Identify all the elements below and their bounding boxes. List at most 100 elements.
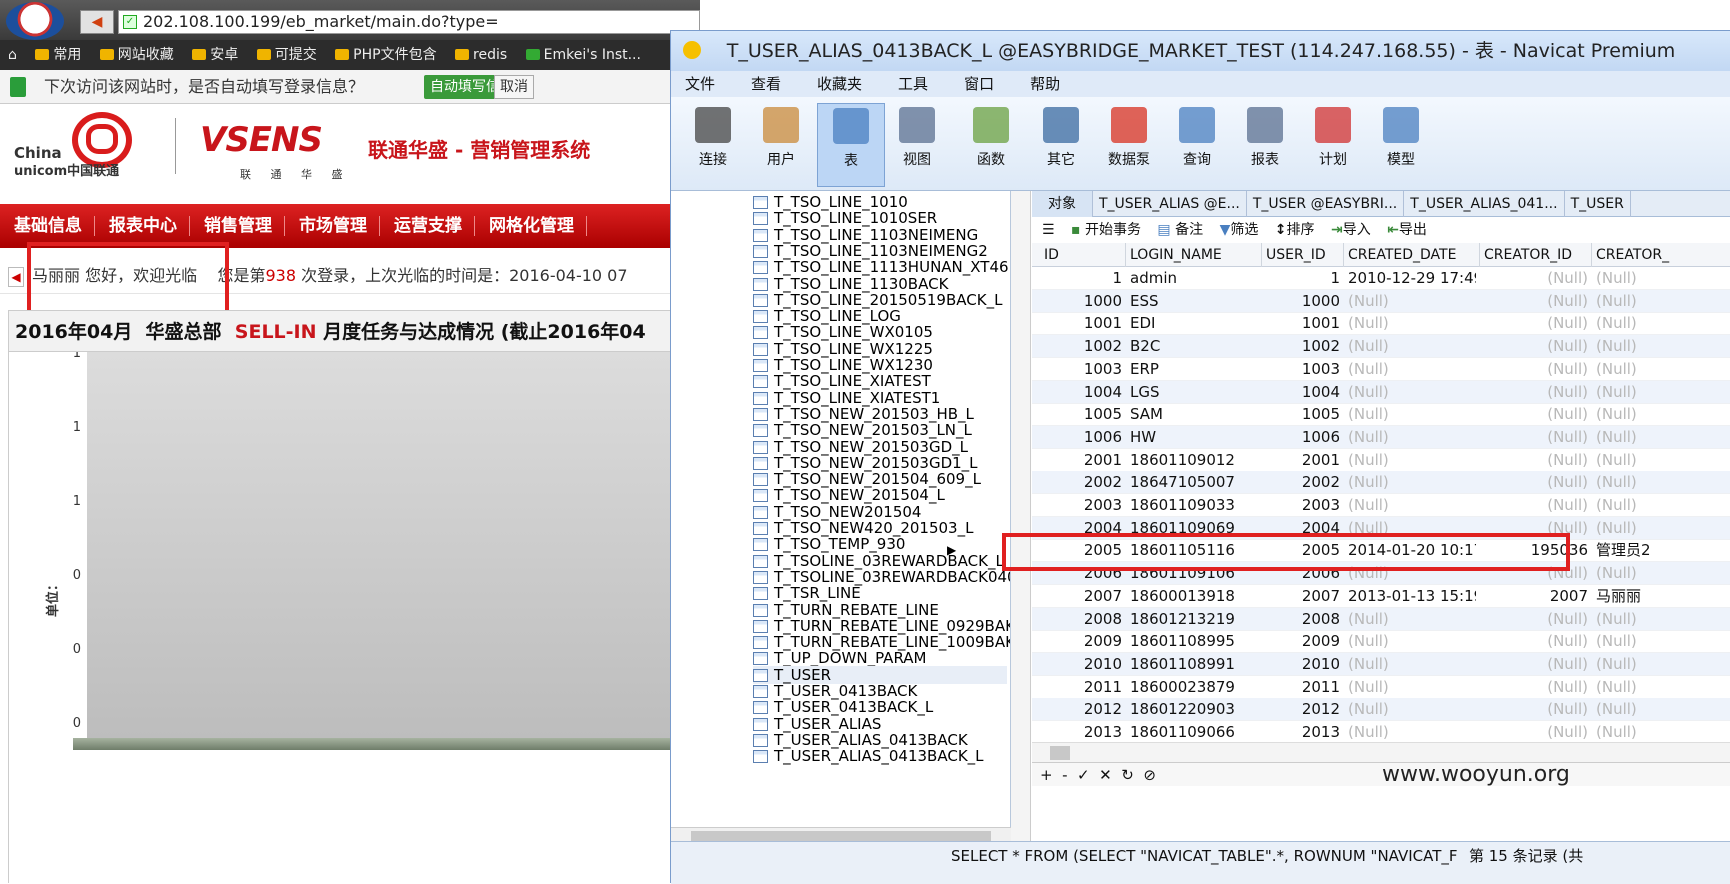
- tree-table-item[interactable]: T_TSO_LINE_LOG: [753, 307, 901, 325]
- table-cell[interactable]: (Null): [1480, 312, 1592, 335]
- table-cell[interactable]: (Null): [1480, 630, 1592, 653]
- column-header[interactable]: CREATOR_ID: [1480, 243, 1592, 267]
- table-cell[interactable]: 2002: [1040, 471, 1126, 494]
- table-row[interactable]: 1000 ESS 1000 (Null) (Null) (Null): [1032, 289, 1730, 313]
- bookmark-item[interactable]: redis: [455, 47, 507, 63]
- table-cell[interactable]: 18601220903: [1126, 698, 1262, 721]
- toolbar-3-button[interactable]: 视图: [883, 103, 951, 187]
- table-cell[interactable]: (Null): [1344, 630, 1476, 653]
- tab-table[interactable]: T_USER @EASYBRI...: [1247, 191, 1405, 217]
- table-cell[interactable]: (Null): [1480, 698, 1592, 721]
- table-row[interactable]: 1005 SAM 1005 (Null) (Null) (Null): [1032, 403, 1730, 427]
- back-button[interactable]: ◀: [80, 10, 114, 34]
- tree-table-item[interactable]: T_TSO_NEW_201503_HB_L: [753, 405, 974, 423]
- scroll-thumb[interactable]: [1050, 746, 1070, 760]
- table-cell[interactable]: 1: [1262, 267, 1344, 290]
- tab-objects[interactable]: 对象: [1032, 191, 1093, 217]
- table-cell[interactable]: 1004: [1040, 381, 1126, 404]
- table-cell[interactable]: 2001: [1262, 449, 1344, 472]
- table-cell[interactable]: (Null): [1344, 358, 1476, 381]
- table-cell[interactable]: 2010: [1040, 653, 1126, 676]
- table-cell[interactable]: 2007: [1040, 585, 1126, 608]
- menu-basic-info[interactable]: 基础信息: [0, 216, 95, 236]
- tree-table-item[interactable]: T_USER: [753, 665, 1007, 684]
- table-cell[interactable]: (Null): [1344, 608, 1476, 631]
- toolbar-5-button[interactable]: 其它: [1027, 103, 1095, 187]
- table-cell[interactable]: (Null): [1480, 494, 1592, 517]
- column-header[interactable]: LOGIN_NAME: [1126, 243, 1262, 267]
- table-row[interactable]: 2011 18600023879 2011 (Null) (Null) (Null): [1032, 676, 1730, 699]
- table-cell[interactable]: 18600023879: [1126, 676, 1262, 699]
- menu-file[interactable]: 文件: [685, 75, 715, 93]
- table-cell[interactable]: 1001: [1040, 312, 1126, 335]
- table-cell[interactable]: (Null): [1592, 290, 1730, 313]
- table-cell[interactable]: 2008: [1262, 608, 1344, 631]
- menu-tools[interactable]: 工具: [898, 75, 928, 93]
- table-row[interactable]: 2010 18601108991 2010 (Null) (Null) (Null): [1032, 652, 1730, 676]
- table-row[interactable]: 2008 18601213219 2008 (Null) (Null) (Null): [1032, 607, 1730, 631]
- table-cell[interactable]: (Null): [1592, 494, 1730, 517]
- table-cell[interactable]: 2003: [1262, 494, 1344, 517]
- tree-table-item[interactable]: T_USER_ALIAS: [753, 715, 881, 733]
- tree-table-item[interactable]: T_TURN_REBATE_LINE_1009BAK: [753, 633, 1010, 651]
- table-cell[interactable]: (Null): [1592, 608, 1730, 631]
- table-cell[interactable]: 1005: [1040, 403, 1126, 426]
- table-cell[interactable]: 2009: [1262, 630, 1344, 653]
- tree-table-item[interactable]: T_TSO_LINE_1010: [753, 193, 908, 211]
- table-row[interactable]: 2002 18647105007 2002 (Null) (Null) (Null): [1032, 471, 1730, 495]
- tree-table-item[interactable]: T_TSO_LINE_1130BACK: [753, 275, 948, 293]
- tree-table-item[interactable]: T_TSR_LINE: [753, 584, 861, 602]
- table-row[interactable]: 2003 18601109033 2003 (Null) (Null) (Null): [1032, 494, 1730, 517]
- table-cell[interactable]: 18601108995: [1126, 630, 1262, 653]
- table-cell[interactable]: 1: [1040, 267, 1126, 290]
- import-button[interactable]: ⇥导入: [1331, 222, 1371, 238]
- tree-table-item[interactable]: T_USER_ALIAS_0413BACK: [753, 731, 968, 749]
- filter-button[interactable]: ▼筛选: [1220, 222, 1259, 238]
- table-cell[interactable]: 2011: [1040, 676, 1126, 699]
- table-cell[interactable]: 18600013918: [1126, 585, 1262, 608]
- table-cell[interactable]: 2002: [1262, 471, 1344, 494]
- table-cell[interactable]: (Null): [1344, 312, 1476, 335]
- toolbar-10-button[interactable]: 模型: [1367, 103, 1435, 187]
- table-cell[interactable]: (Null): [1480, 721, 1592, 744]
- table-cell[interactable]: 2008: [1040, 608, 1126, 631]
- tab-table[interactable]: T_USER_ALIAS_041...: [1404, 191, 1565, 217]
- table-cell[interactable]: 2013: [1262, 721, 1344, 744]
- table-cell[interactable]: (Null): [1344, 676, 1476, 699]
- table-cell[interactable]: 2012: [1040, 698, 1126, 721]
- bookmark-item[interactable]: 网站收藏: [99, 47, 174, 63]
- tree-table-item[interactable]: T_TSO_LINE_XIATEST1: [753, 389, 940, 407]
- table-cell[interactable]: (Null): [1480, 676, 1592, 699]
- tree-table-item[interactable]: T_USER_ALIAS_0413BACK_L: [753, 747, 984, 765]
- column-header[interactable]: CREATOR_: [1592, 243, 1730, 267]
- comment-button[interactable]: ▤ 备注: [1157, 222, 1203, 238]
- table-cell[interactable]: (Null): [1344, 449, 1476, 472]
- cancel-autofill-button[interactable]: 取消: [494, 75, 534, 99]
- toolbar-6-button[interactable]: 数据泵: [1095, 103, 1163, 187]
- table-cell[interactable]: 2009: [1040, 630, 1126, 653]
- tree-table-item[interactable]: T_TSO_LINE_20150519BACK_L: [753, 291, 1002, 309]
- table-cell[interactable]: 1004: [1262, 381, 1344, 404]
- toolbar-0-button[interactable]: 连接: [679, 103, 747, 187]
- table-row[interactable]: 1admin12010-12-29 17:49:2!(Null)(Null): [1032, 267, 1730, 290]
- table-cell[interactable]: ERP: [1126, 358, 1262, 381]
- table-cell[interactable]: 2003: [1040, 494, 1126, 517]
- tree-table-item[interactable]: T_TSO_TEMP_930: [753, 535, 905, 553]
- table-cell[interactable]: SAM: [1126, 403, 1262, 426]
- table-cell[interactable]: (Null): [1344, 403, 1476, 426]
- left-arrow-icon[interactable]: ◀: [8, 266, 24, 287]
- table-cell[interactable]: (Null): [1592, 335, 1730, 358]
- table-cell[interactable]: (Null): [1592, 676, 1730, 699]
- table-cell[interactable]: 1002: [1262, 335, 1344, 358]
- table-cell[interactable]: (Null): [1344, 653, 1476, 676]
- table-cell[interactable]: (Null): [1480, 358, 1592, 381]
- toolbar-4-button[interactable]: 函数: [957, 103, 1025, 187]
- table-row[interactable]: 1002 B2C 1002 (Null) (Null) (Null): [1032, 335, 1730, 359]
- toolbar-2-button[interactable]: 表: [817, 103, 885, 187]
- begin-transaction-button[interactable]: ▪ 开始事务: [1071, 222, 1141, 238]
- table-cell[interactable]: (Null): [1592, 471, 1730, 494]
- grid-horizontal-scrollbar[interactable]: [1032, 742, 1730, 762]
- table-cell[interactable]: (Null): [1480, 381, 1592, 404]
- tree-table-item[interactable]: T_TSO_LINE_WX1225: [753, 340, 933, 358]
- tree-table-item[interactable]: T_TSOLINE_03REWARDBACK040: [753, 568, 1010, 586]
